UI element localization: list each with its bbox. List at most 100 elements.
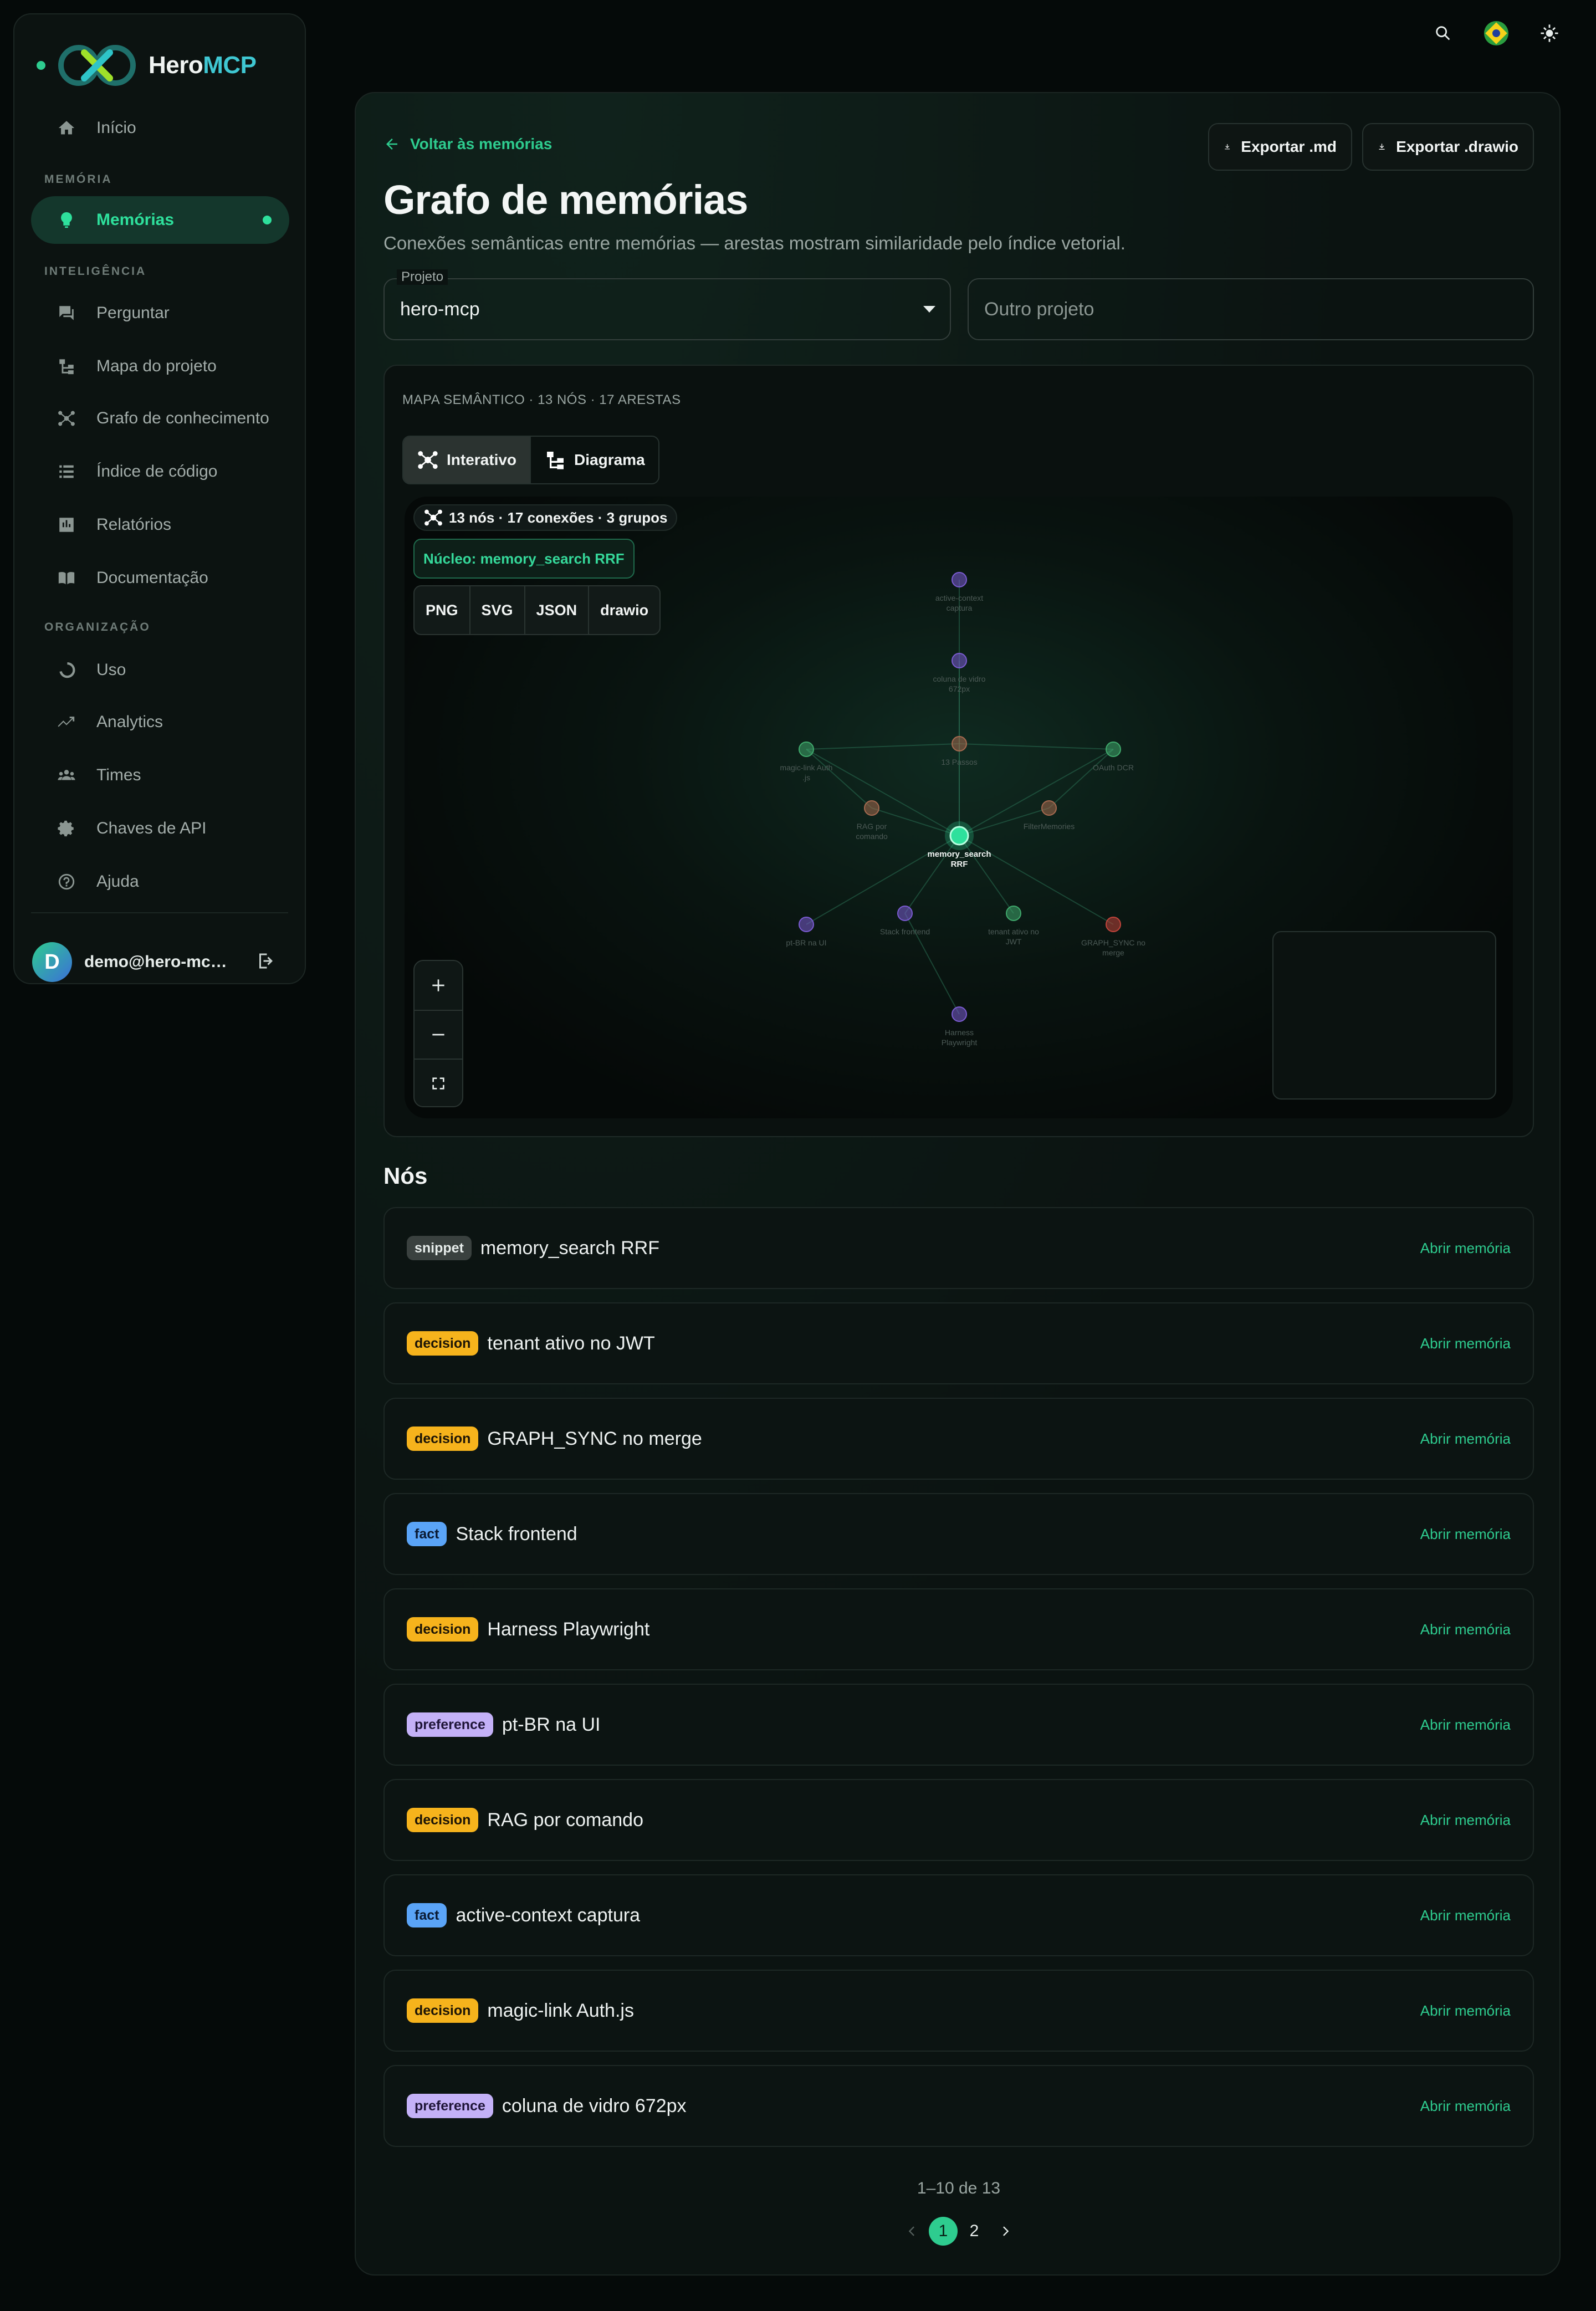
graph-node[interactable]: HarnessPlaywright bbox=[942, 1006, 978, 1047]
sidebar-item-times[interactable]: Times bbox=[31, 751, 289, 799]
export-md-button[interactable]: Exportar .md bbox=[1208, 123, 1352, 171]
node-row[interactable]: decision tenant ativo no JWT Abrir memór… bbox=[383, 1302, 1534, 1384]
sidebar-item-relatorios[interactable]: Relatórios bbox=[31, 501, 289, 549]
export-svg-button[interactable]: SVG bbox=[469, 586, 524, 634]
svg-text:tenant ativo no: tenant ativo no bbox=[988, 927, 1039, 936]
back-link[interactable]: Voltar às memórias bbox=[383, 135, 552, 153]
user-menu[interactable]: D demo@hero-mcp.dev bbox=[32, 941, 289, 983]
prev-page-button[interactable] bbox=[898, 2217, 927, 2246]
open-memory-link[interactable]: Abrir memória bbox=[1420, 2098, 1511, 2115]
section-label-organizacao: ORGANIZAÇÃO bbox=[44, 621, 151, 633]
search-icon[interactable] bbox=[1428, 18, 1459, 49]
sidebar: HeroMCP Início MEMÓRIA Memórias INTELIGÊ… bbox=[13, 13, 306, 984]
sidebar-item-analytics[interactable]: Analytics bbox=[31, 698, 289, 746]
sidebar-item-label: Grafo de conhecimento bbox=[96, 409, 269, 427]
caret-down-icon bbox=[923, 306, 935, 313]
sidebar-item-ajuda[interactable]: Ajuda bbox=[31, 858, 289, 906]
svg-text:pt-BR na UI: pt-BR na UI bbox=[786, 938, 826, 947]
graph-node[interactable]: FilterMemories bbox=[1024, 800, 1075, 831]
graph-node[interactable]: tenant ativo noJWT bbox=[988, 906, 1039, 946]
sidebar-item-indice[interactable]: Índice de código bbox=[31, 448, 289, 495]
sidebar-item-documentacao[interactable]: Documentação bbox=[31, 554, 289, 602]
node-row[interactable]: decision GRAPH_SYNC no merge Abrir memór… bbox=[383, 1398, 1534, 1480]
open-memory-link[interactable]: Abrir memória bbox=[1420, 1716, 1511, 1734]
sidebar-item-label: Analytics bbox=[96, 713, 163, 731]
open-memory-link[interactable]: Abrir memória bbox=[1420, 1335, 1511, 1352]
page-button-2[interactable]: 2 bbox=[960, 2217, 989, 2246]
sidebar-item-grafo[interactable]: Grafo de conhecimento bbox=[31, 395, 289, 442]
page-button-1[interactable]: 1 bbox=[929, 2217, 958, 2246]
brand[interactable]: HeroMCP bbox=[37, 37, 257, 94]
logout-icon[interactable] bbox=[256, 951, 278, 973]
type-badge: decision bbox=[407, 1808, 479, 1832]
sidebar-item-uso[interactable]: Uso bbox=[31, 646, 289, 694]
sun-icon[interactable] bbox=[1534, 18, 1565, 49]
graph-node[interactable]: 13 Passos bbox=[941, 736, 978, 766]
view-toggle: Interativo Diagrama bbox=[402, 436, 659, 484]
graph-node[interactable]: Stack frontend bbox=[880, 906, 930, 936]
svg-text:active-context: active-context bbox=[935, 594, 983, 602]
type-badge: snippet bbox=[407, 1236, 472, 1260]
core-node-chip[interactable]: Núcleo: memory_search RRF bbox=[413, 539, 635, 579]
sidebar-item-perguntar[interactable]: Perguntar bbox=[31, 289, 289, 337]
node-title: Harness Playwright bbox=[487, 1618, 650, 1640]
node-row[interactable]: fact active-context captura Abrir memóri… bbox=[383, 1874, 1534, 1956]
sidebar-item-inicio[interactable]: Início bbox=[31, 104, 289, 152]
sidebar-item-chaves[interactable]: Chaves de API bbox=[31, 805, 289, 852]
main-panel: Voltar às memórias Exportar .md Exportar… bbox=[355, 92, 1561, 2276]
zoom-in-button[interactable] bbox=[415, 961, 462, 1010]
node-title: pt-BR na UI bbox=[502, 1714, 601, 1735]
open-memory-link[interactable]: Abrir memória bbox=[1420, 1812, 1511, 1829]
flag-brazil-icon[interactable] bbox=[1481, 18, 1512, 49]
node-row[interactable]: snippet memory_search RRF Abrir memória bbox=[383, 1207, 1534, 1289]
graph-node[interactable]: GRAPH_SYNC nomerge bbox=[1081, 917, 1145, 957]
node-row[interactable]: fact Stack frontend Abrir memória bbox=[383, 1493, 1534, 1575]
export-drawio-button[interactable]: Exportar .drawio bbox=[1362, 123, 1534, 171]
node-row[interactable]: preference pt-BR na UI Abrir memória bbox=[383, 1684, 1534, 1766]
download-icon bbox=[1379, 144, 1385, 150]
back-link-label: Voltar às memórias bbox=[410, 135, 553, 152]
other-project-field[interactable] bbox=[968, 278, 1534, 340]
other-project-input[interactable] bbox=[984, 298, 1517, 320]
node-title: GRAPH_SYNC no merge bbox=[487, 1428, 702, 1449]
minimap[interactable] bbox=[1272, 931, 1496, 1100]
zoom-out-button[interactable] bbox=[415, 1010, 462, 1059]
open-memory-link[interactable]: Abrir memória bbox=[1420, 1430, 1511, 1448]
node-row[interactable]: decision Harness Playwright Abrir memóri… bbox=[383, 1588, 1534, 1670]
open-memory-link[interactable]: Abrir memória bbox=[1420, 2002, 1511, 2019]
type-badge: fact bbox=[407, 1522, 447, 1546]
avatar: D bbox=[32, 942, 72, 982]
project-select[interactable]: Projeto hero-mcp bbox=[383, 269, 951, 340]
node-title: coluna de vidro 672px bbox=[502, 2095, 687, 2116]
export-json-button[interactable]: JSON bbox=[524, 586, 589, 634]
export-drawio-format-button[interactable]: drawio bbox=[588, 586, 659, 634]
divider bbox=[31, 912, 288, 913]
node-row[interactable]: decision RAG por comando Abrir memória bbox=[383, 1779, 1534, 1861]
node-row[interactable]: preference coluna de vidro 672px Abrir m… bbox=[383, 2065, 1534, 2147]
sidebar-item-memorias[interactable]: Memórias bbox=[31, 196, 289, 244]
svg-text:Harness: Harness bbox=[945, 1028, 974, 1037]
type-badge: decision bbox=[407, 1427, 479, 1451]
svg-text:coluna de vidro: coluna de vidro bbox=[933, 674, 986, 683]
type-badge: decision bbox=[407, 1617, 479, 1642]
svg-text:.js: .js bbox=[802, 773, 810, 782]
svg-text:merge: merge bbox=[1102, 948, 1124, 957]
export-png-button[interactable]: PNG bbox=[415, 586, 469, 634]
sidebar-item-mapa[interactable]: Mapa do projeto bbox=[31, 342, 289, 390]
view-diagram-button[interactable]: Diagrama bbox=[530, 437, 658, 483]
open-memory-link[interactable]: Abrir memória bbox=[1420, 1526, 1511, 1543]
sidebar-item-label: Relatórios bbox=[96, 515, 172, 534]
export-format-group: PNG SVG JSON drawio bbox=[413, 585, 661, 635]
fit-view-button[interactable] bbox=[415, 1059, 462, 1106]
node-row[interactable]: decision magic-link Auth.js Abrir memóri… bbox=[383, 1970, 1534, 2052]
next-page-button[interactable] bbox=[991, 2217, 1020, 2246]
plus-icon bbox=[432, 979, 444, 991]
view-interactive-button[interactable]: Interativo bbox=[403, 437, 530, 483]
graph-canvas[interactable]: active-context captura coluna de vidro 672p… bbox=[405, 497, 1513, 1118]
open-memory-link[interactable]: Abrir memória bbox=[1420, 1621, 1511, 1638]
open-memory-link[interactable]: Abrir memória bbox=[1420, 1907, 1511, 1924]
svg-text:672px: 672px bbox=[949, 684, 970, 693]
graph-node[interactable]: pt-BR na UI bbox=[786, 917, 827, 947]
graph-node[interactable]: RAG porcomando bbox=[856, 800, 888, 841]
open-memory-link[interactable]: Abrir memória bbox=[1420, 1240, 1511, 1257]
